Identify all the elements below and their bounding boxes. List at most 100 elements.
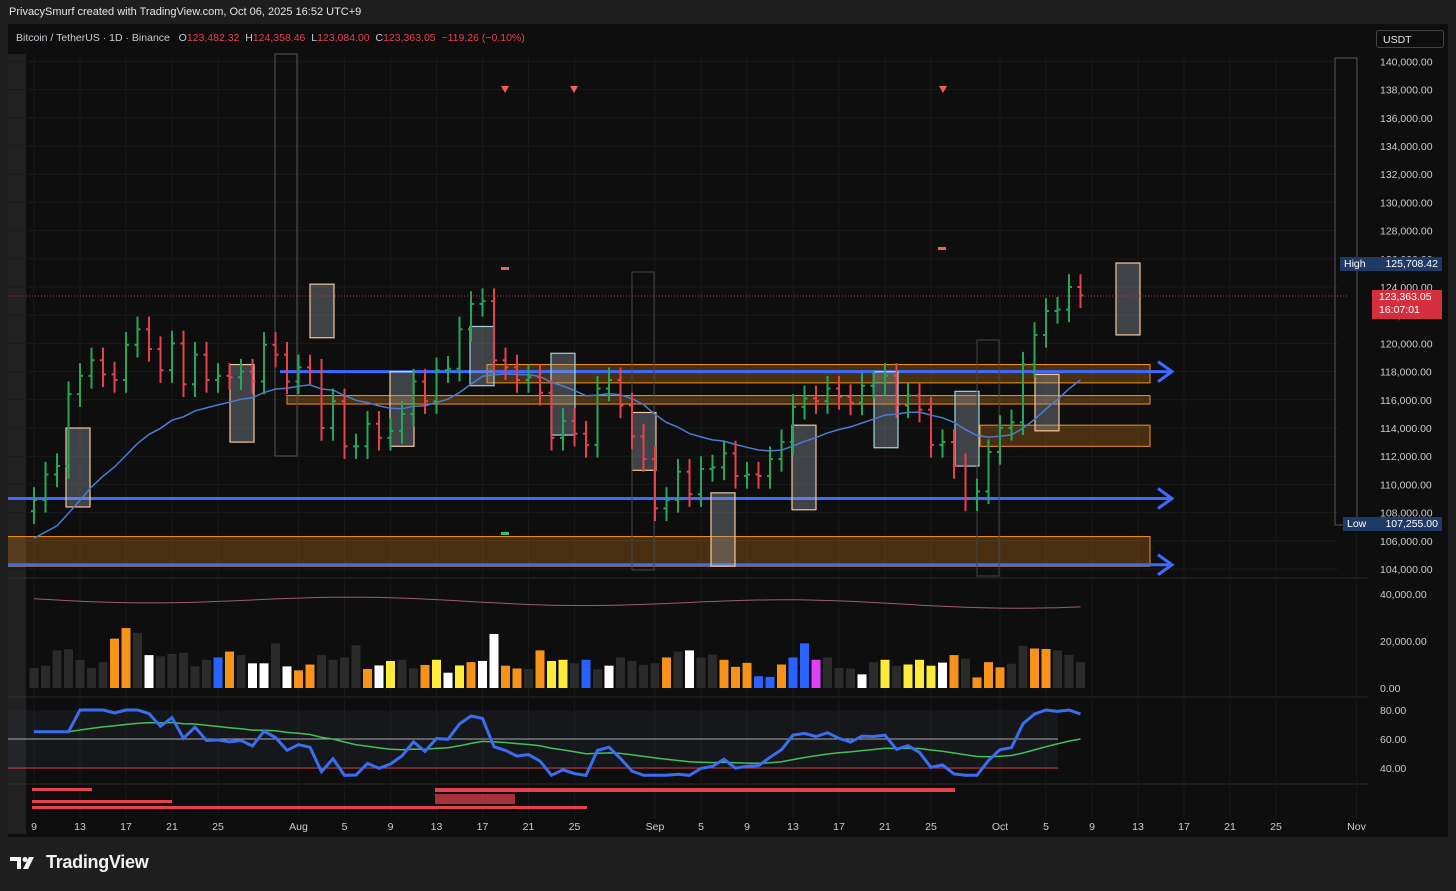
price-tick-label: 116,000.00 [1380,395,1432,407]
time-tick-label: 25 [925,821,937,833]
volume-bar [236,655,246,688]
volume-bar [788,657,798,688]
volume-bar [995,667,1005,688]
time-tick-label: 5 [342,821,348,833]
symbol-legend: Bitcoin / TetherUS · 1D · Binance O123,4… [16,32,525,44]
price-tick-label: 106,000.00 [1380,536,1433,548]
low-price-tag: Low 107,255.00 [1343,517,1442,531]
candle-range-box [954,390,980,467]
up-candle [721,440,727,481]
chart-credit: PrivacySmurf created with TradingView.co… [9,6,362,18]
signal-strip [32,800,172,803]
up-candle [364,411,371,460]
range-outline-box [1334,57,1358,526]
volume-bar [708,654,717,688]
volume-bar [225,651,234,688]
price-tick-label: 132,000.00 [1380,169,1433,181]
volume-bar [846,668,855,688]
price-tick-label: 128,000.00 [1380,226,1433,238]
signal-dash [501,532,509,535]
time-tick-label: Oct [992,821,1008,833]
price-tick-label: 110,000.00 [1380,479,1432,491]
volume-bar [52,650,62,688]
volume-bar [535,650,545,688]
volume-bar [639,664,648,688]
up-candle [353,433,359,460]
volume-bar [1018,645,1028,688]
volume-bar [466,662,476,688]
volume-bar [1030,648,1039,688]
volume-bar [892,665,901,688]
volume-bar [800,643,809,688]
down-candle [928,396,934,458]
brand-name: TradingView [46,852,149,872]
up-candle [169,330,175,383]
price-tick-label: 138,000.00 [1380,85,1433,97]
down-candle [583,420,589,458]
time-tick-label: 21 [166,821,178,833]
time-tick-label: 13 [431,821,443,833]
volume-bar [627,660,637,688]
price-tick-label: 104,000.00 [1380,564,1433,576]
volume-bar [489,633,499,688]
volume-bar [903,664,913,688]
volume-bar [765,676,775,688]
up-candle [1054,296,1061,324]
volume-bar [581,659,591,688]
down-candle [376,411,382,451]
tradingview-logo[interactable]: TradingView [10,852,149,873]
volume-bar [202,659,211,688]
volume-tick-label: 40,000.00 [1380,589,1427,601]
symbol-name: Bitcoin / TetherUS · 1D · Binance [16,32,170,44]
time-tick-label: 25 [212,821,224,833]
volume-bar [305,664,315,688]
volume-bar [409,668,418,688]
volume-bar [662,657,671,688]
volume-tick-label: 0.00 [1380,683,1401,695]
candle-range-box [309,283,335,339]
high-price-tag: High 125,708.42 [1340,257,1442,271]
price-tick-label: 120,000.00 [1380,338,1433,350]
volume-bar [156,656,165,688]
volume-bar [1007,663,1016,688]
up-candle [974,478,980,512]
volume-bar [179,652,188,688]
volume-bar [719,659,729,688]
time-tick-label: 17 [120,821,132,833]
down-candle [732,440,739,489]
time-tick-label: 17 [1178,821,1190,833]
up-candle [767,446,773,489]
volume-bar [857,674,867,688]
rsi-tick-label: 80.00 [1380,705,1406,717]
close-value: 123,363.05 [383,32,436,44]
time-tick-label: 25 [569,821,581,833]
candle-range-box [1115,262,1141,336]
volume-bar [926,665,936,688]
volume-bar [41,665,50,688]
down-candle [111,361,118,393]
volume-bar [363,668,372,688]
rsi-tick-label: 60.00 [1380,734,1406,746]
rsi-tick-label: 40.00 [1380,763,1406,775]
currency-selector[interactable]: USDT [1376,30,1444,48]
up-candle [663,487,670,522]
time-tick-label: 17 [477,821,489,833]
candle-range-box [1034,373,1060,432]
volume-bar [282,666,292,688]
time-tick-label: 21 [523,821,535,833]
footer-bar [0,837,1456,891]
chart-panel[interactable]: 104,000.00 106,000.00 108,000.00 110,000.00… [8,24,1448,837]
tradingview-logo-icon [10,856,34,869]
up-candle [445,356,451,383]
down-candle [272,332,279,368]
volume-bar [386,660,395,688]
volume-bar [501,665,510,688]
volume-bar [984,662,993,688]
chart-canvas[interactable]: 104,000.00106,000.00108,000.00110,000.00… [8,24,1448,837]
volume-bar [1076,662,1085,688]
up-candle [1043,298,1049,348]
volume-bar [558,659,568,688]
volume-bar [524,668,533,688]
time-tick-label: 21 [879,821,891,833]
volume-bar [604,665,614,688]
